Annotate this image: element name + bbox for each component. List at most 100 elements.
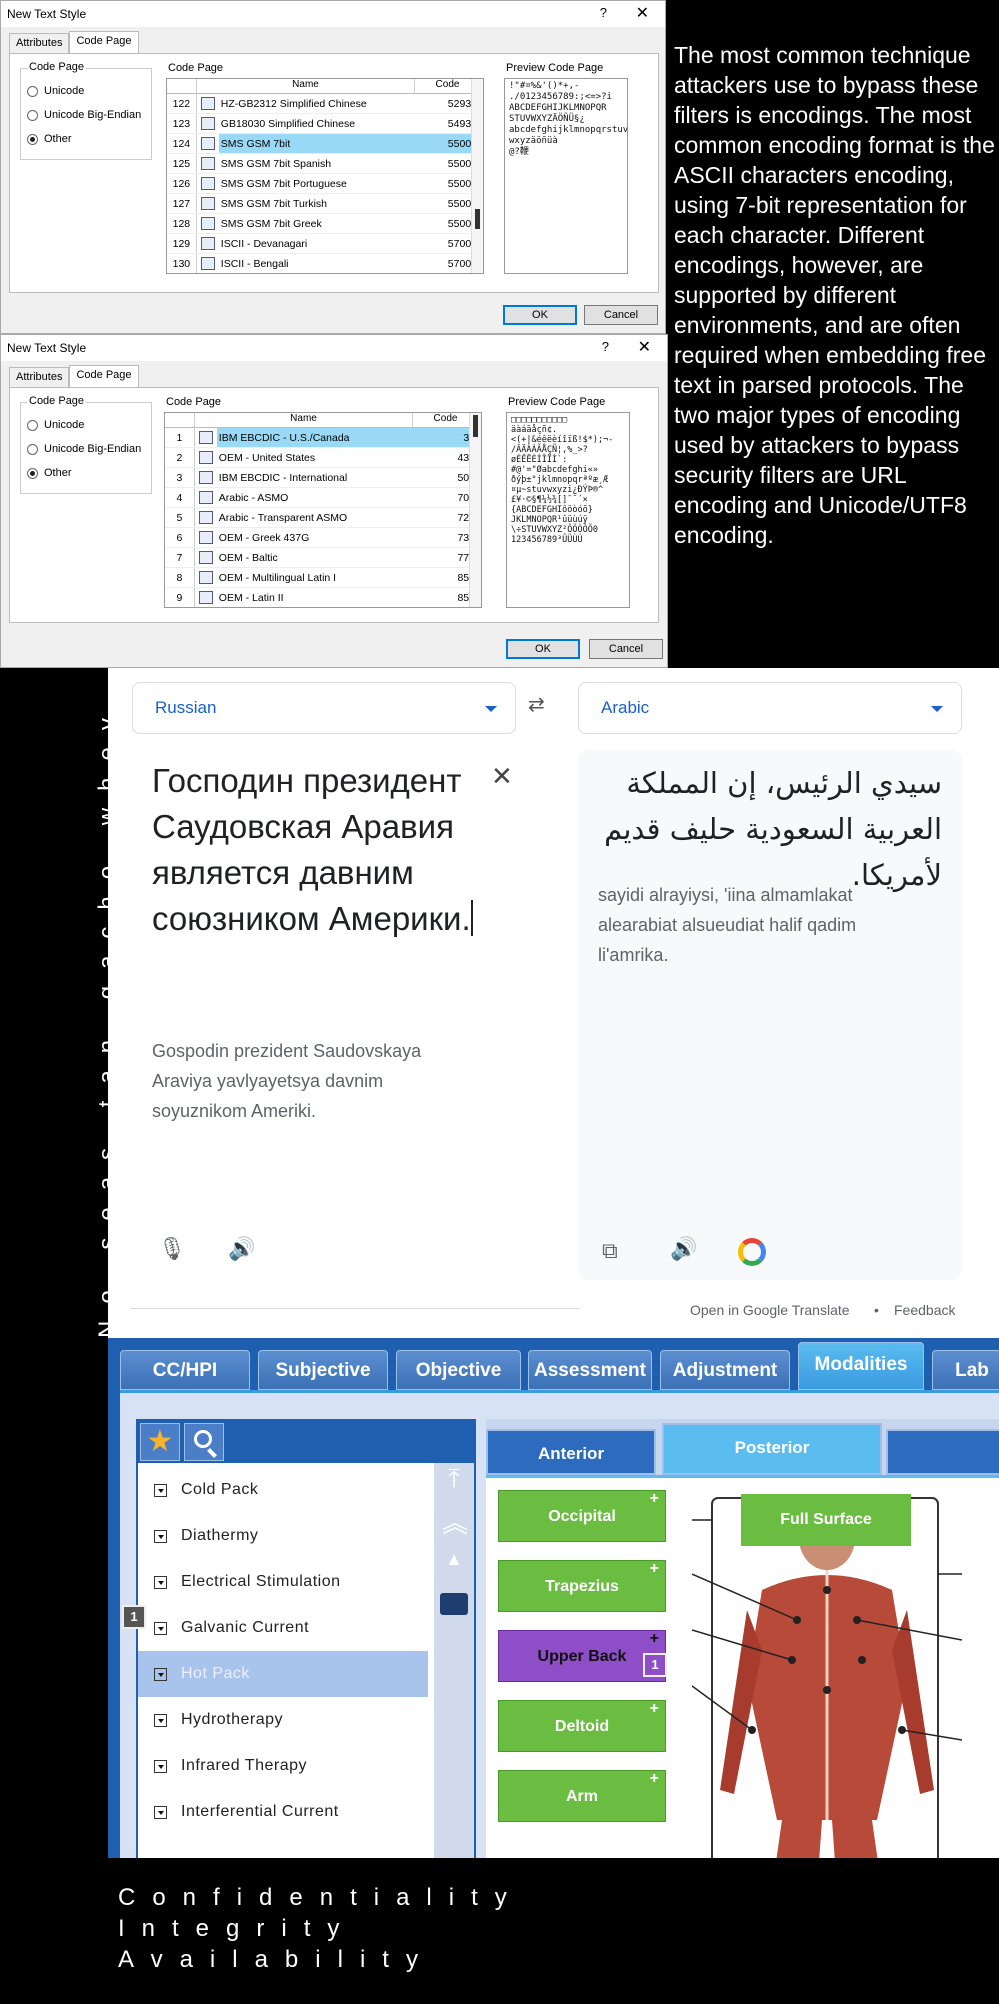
grid-row[interactable]: 5 Arabic - Transparent ASMO 720 — [165, 508, 481, 528]
tab-attributes[interactable]: Attributes — [9, 33, 70, 53]
list-scrollbar[interactable]: ⤒ ︽ ▲ — [434, 1463, 474, 1858]
scroll-thumb[interactable] — [440, 1593, 468, 1615]
cancel-button[interactable]: Cancel — [584, 305, 658, 325]
source-language-select[interactable]: Russian — [132, 682, 516, 734]
full-surface-button[interactable]: Full Surface — [741, 1494, 911, 1546]
radio-other[interactable]: Other — [27, 467, 72, 479]
col-name[interactable]: Name — [195, 413, 413, 427]
scroll-page-up-icon[interactable]: ︽ — [442, 1503, 468, 1540]
source-text-input[interactable]: Господин президент Саудовская Аравия явл… — [152, 758, 512, 942]
grid-scrollbar[interactable] — [469, 413, 481, 607]
tab-more[interactable] — [886, 1429, 999, 1475]
close-button[interactable]: ✕ — [638, 337, 651, 357]
search-icon[interactable] — [184, 1423, 224, 1461]
star-icon[interactable]: ★ — [140, 1423, 180, 1461]
plus-icon[interactable]: + — [650, 1473, 659, 1525]
tab-subjective[interactable]: Subjective — [258, 1350, 388, 1390]
help-button[interactable]: ? — [600, 5, 607, 20]
scroll-thumb[interactable] — [473, 415, 478, 437]
col-name[interactable]: Name — [197, 79, 415, 93]
grid-row[interactable]: 122 HZ-GB2312 Simplified Chinese 52936 — [167, 94, 483, 114]
modality-list-item[interactable]: Electrical Stimulation — [138, 1559, 428, 1605]
tab-attributes[interactable]: Attributes — [9, 367, 70, 387]
microphone-icon[interactable]: 🎙 — [158, 1236, 186, 1262]
grid-row[interactable]: 128 SMS GSM 7bit Greek 55004 — [167, 214, 483, 234]
tab-code-page[interactable]: Code Page — [69, 31, 139, 53]
radio-unicode[interactable]: Unicode — [27, 85, 84, 97]
tab-modalities[interactable]: Modalities — [798, 1342, 924, 1390]
modality-list-item[interactable]: Galvanic Current — [138, 1605, 428, 1651]
google-logo-icon[interactable] — [738, 1238, 766, 1266]
code-page-grid[interactable]: Name Code 1 IBM EBCDIC - U.S./Canada 3 7 2 OE… — [164, 412, 482, 608]
region-button[interactable]: Deltoid + — [498, 1700, 666, 1752]
target-language-select[interactable]: Arabic — [578, 682, 962, 734]
grid-row[interactable]: 7 OEM - Baltic 775 — [165, 548, 481, 568]
expand-chevron-icon[interactable] — [154, 1805, 167, 1819]
expand-chevron-icon[interactable] — [154, 1713, 167, 1727]
ok-button[interactable]: OK — [506, 639, 580, 659]
swap-icon[interactable]: ⇄ — [528, 692, 545, 717]
grid-row[interactable]: 1IBM EBCDIC - U.S./Canada37 — [165, 428, 481, 448]
code-page-grid[interactable]: Name Code 122 HZ-GB2312 Simplified Chines… — [166, 78, 484, 274]
speaker-icon[interactable]: 🔊 — [670, 1236, 697, 1262]
scroll-up-icon[interactable]: ▲ — [442, 1549, 466, 1570]
modality-list-item[interactable]: Hydrotherapy — [138, 1697, 428, 1743]
radio-other[interactable]: Other — [27, 133, 72, 145]
help-button[interactable]: ? — [602, 339, 609, 354]
expand-chevron-icon[interactable] — [154, 1759, 167, 1773]
grid-row[interactable]: 8 OEM - Multilingual Latin I 850 — [165, 568, 481, 588]
tab-assessment[interactable]: Assessment — [528, 1350, 652, 1390]
tab-code-page[interactable]: Code Page — [69, 365, 139, 387]
scroll-top-icon[interactable]: ⤒ — [442, 1463, 466, 1495]
modality-list-item[interactable]: Cold Pack — [138, 1467, 428, 1513]
grid-row[interactable]: 126 SMS GSM 7bit Portuguese 55002 — [167, 174, 483, 194]
tab-cc-hpi[interactable]: CC/HPI — [120, 1350, 250, 1390]
grid-row[interactable]: 130 ISCII - Bengali 57003 — [167, 254, 483, 273]
grid-scrollbar[interactable] — [471, 79, 483, 273]
modality-list-item[interactable]: Diathermy — [138, 1513, 428, 1559]
grid-row[interactable]: 124 SMS GSM 7bit 55000 — [167, 134, 483, 154]
radio-unicode-big-endian[interactable]: Unicode Big-Endian — [27, 443, 141, 455]
expand-chevron-icon[interactable] — [154, 1529, 167, 1543]
grid-row[interactable]: 4 Arabic - ASMO 708 — [165, 488, 481, 508]
modality-list-item[interactable]: Interferential Current — [138, 1789, 428, 1835]
region-button[interactable]: Upper Back +1 — [498, 1630, 667, 1682]
tab-lab[interactable]: Lab — [932, 1350, 999, 1390]
close-button[interactable]: ✕ — [636, 3, 649, 23]
expand-chevron-icon[interactable] — [154, 1575, 167, 1589]
plus-icon[interactable]: + — [650, 1543, 659, 1595]
scroll-thumb[interactable] — [475, 209, 480, 229]
grid-row[interactable]: 129 ISCII - Devanagari 57002 — [167, 234, 483, 254]
feedback-link[interactable]: Feedback — [894, 1302, 955, 1318]
region-button[interactable]: Occipital + — [498, 1490, 666, 1542]
ok-button[interactable]: OK — [503, 305, 577, 325]
expand-chevron-icon[interactable] — [154, 1621, 167, 1635]
tab-anterior[interactable]: Anterior — [486, 1429, 656, 1475]
tab-objective[interactable]: Objective — [396, 1350, 521, 1390]
radio-unicode[interactable]: Unicode — [27, 419, 84, 431]
region-button[interactable]: Trapezius + — [498, 1560, 666, 1612]
open-in-google-translate-link[interactable]: Open in Google Translate — [690, 1302, 850, 1318]
plus-icon[interactable]: + — [650, 1753, 659, 1805]
modality-list-item[interactable]: Infrared Therapy — [138, 1743, 428, 1789]
region-button[interactable]: Arm + — [498, 1770, 666, 1822]
radio-unicode-big-endian[interactable]: Unicode Big-Endian — [27, 109, 141, 121]
copy-icon[interactable]: ⧉ — [602, 1238, 618, 1264]
expand-chevron-icon[interactable] — [154, 1483, 167, 1497]
grid-row[interactable]: 6 OEM - Greek 437G 737 — [165, 528, 481, 548]
radio-dot — [27, 133, 38, 145]
grid-row[interactable]: 125 SMS GSM 7bit Spanish 55001 — [167, 154, 483, 174]
grid-row[interactable]: 2 OEM - United States 437 — [165, 448, 481, 468]
grid-row[interactable]: 3 IBM EBCDIC - International 500 — [165, 468, 481, 488]
speaker-icon[interactable]: 🔊 — [228, 1236, 255, 1262]
grid-row[interactable]: 9 OEM - Latin II 852 — [165, 588, 481, 607]
modality-list-item[interactable]: Hot Pack — [138, 1651, 428, 1697]
tab-posterior[interactable]: Posterior — [662, 1423, 882, 1475]
grid-row[interactable]: 123 GB18030 Simplified Chinese 54936 — [167, 114, 483, 134]
tab-adjustment[interactable]: Adjustment — [660, 1350, 790, 1390]
plus-icon[interactable]: + — [650, 1683, 659, 1735]
expand-chevron-icon[interactable] — [154, 1667, 167, 1681]
grid-row[interactable]: 127 SMS GSM 7bit Turkish 55003 — [167, 194, 483, 214]
clear-icon[interactable]: ✕ — [491, 761, 513, 792]
cancel-button[interactable]: Cancel — [589, 639, 663, 659]
